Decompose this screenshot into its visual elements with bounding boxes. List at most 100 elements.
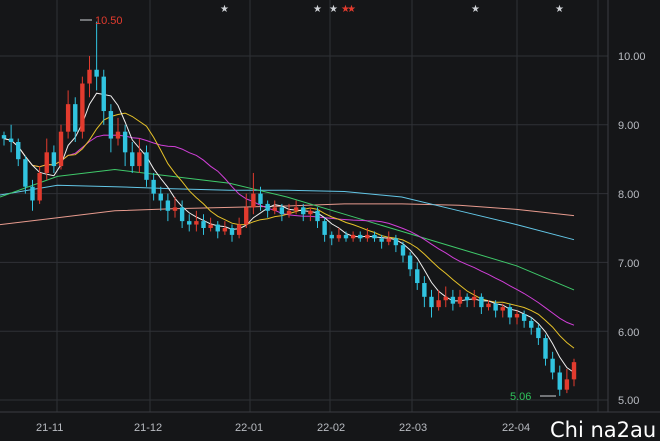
candle-down [73, 104, 78, 132]
candle-down [108, 111, 114, 139]
candle-up [486, 303, 491, 308]
candle-down [16, 142, 21, 160]
low-price-annotation: 5.06 [510, 391, 531, 403]
candle-down [536, 327, 541, 339]
candle-down [322, 221, 327, 235]
candle-down [493, 303, 498, 311]
candle-down [8, 138, 14, 142]
y-tick-label: 10.00 [618, 51, 646, 63]
candle-down [557, 372, 562, 390]
candle-down [379, 238, 384, 242]
candle-up [386, 238, 391, 242]
candle-down [144, 152, 149, 180]
event-marker-star: ★ [313, 4, 322, 15]
y-tick-label: 7.00 [618, 258, 639, 270]
x-tick-label: 22-02 [317, 422, 345, 434]
candle-down [301, 207, 306, 215]
candle-up [336, 234, 342, 239]
candle-down [1, 135, 7, 139]
candle-up [350, 234, 356, 239]
candle-down [130, 152, 135, 167]
candle-down [358, 234, 363, 239]
candle-up [308, 210, 313, 215]
x-tick-label: 21-12 [134, 422, 162, 434]
candle-up [436, 300, 441, 308]
event-marker-star: ★ [555, 4, 564, 15]
y-tick-label: 6.00 [618, 327, 639, 339]
candle-down [329, 234, 334, 239]
candle-down [94, 69, 99, 77]
candle-down [101, 76, 106, 112]
candle-down [187, 221, 192, 225]
candle-up [172, 207, 178, 211]
candle-down [158, 193, 163, 201]
event-marker-star: ★ [329, 4, 338, 15]
candle-down [422, 283, 427, 297]
candle-up [293, 207, 299, 211]
candle-up [137, 152, 142, 167]
candle-down [315, 210, 320, 222]
watermark: Chi na2au [550, 418, 656, 441]
candle-up [365, 234, 370, 239]
candle-up [65, 104, 71, 132]
y-tick-label: 8.00 [618, 189, 639, 201]
event-marker-star: ★ [220, 4, 229, 15]
candle-down [464, 296, 470, 301]
y-tick-label: 9.00 [618, 120, 639, 132]
candle-up [472, 296, 477, 301]
candle-down [30, 186, 35, 201]
event-marker-star: ★ [347, 4, 356, 15]
candle-down [258, 193, 263, 204]
candle-down [450, 296, 456, 304]
candle-down [372, 234, 377, 239]
candle-down [51, 152, 57, 167]
y-tick-label: 5.00 [618, 395, 639, 407]
candle-up [443, 296, 448, 301]
candle-down [201, 221, 206, 228]
candle-up [236, 224, 242, 235]
candle-down [507, 307, 513, 318]
candle-up [222, 228, 228, 232]
candle-down [400, 245, 406, 256]
x-tick-label: 22-03 [399, 422, 427, 434]
candle-up [564, 379, 570, 390]
candle-up [80, 83, 85, 132]
candle-up [251, 193, 256, 208]
candle-down [479, 296, 484, 308]
candle-down [343, 234, 349, 239]
candle-up [514, 314, 520, 318]
candle-down [407, 255, 413, 270]
candle-down [122, 131, 128, 153]
candle-down [165, 200, 171, 211]
x-tick-label: 22-01 [235, 422, 263, 434]
candlestick-chart: 10.00 9.00 8.00 7.00 6.00 5.00 21-11 21-… [0, 0, 660, 441]
candle-down [415, 269, 420, 284]
x-tick-label: 21-11 [36, 422, 63, 434]
candle-down [229, 228, 235, 235]
candle-down [279, 207, 285, 215]
candle-up [457, 296, 463, 304]
candle-down [393, 238, 399, 246]
candle-up [87, 69, 92, 84]
candle-up [286, 210, 292, 215]
high-price-annotation: 10.50 [95, 15, 123, 27]
candle-down [521, 314, 527, 321]
candle-up [194, 221, 199, 225]
candle-up [244, 207, 249, 225]
candle-up [272, 207, 277, 211]
candle-down [529, 320, 534, 328]
candle-down [179, 207, 185, 222]
candle-down [550, 358, 555, 373]
candle-up [208, 224, 213, 228]
candle-down [151, 179, 156, 194]
x-tick-label: 22-04 [502, 422, 530, 434]
candle-up [571, 362, 577, 380]
candle-up [44, 152, 49, 173]
candle-down [215, 224, 220, 232]
event-marker-star: ★ [471, 4, 480, 15]
candle-up [58, 131, 64, 167]
candle-down [23, 159, 28, 187]
candle-up [37, 172, 42, 201]
candle-down [543, 338, 548, 359]
candle-down [265, 203, 270, 211]
